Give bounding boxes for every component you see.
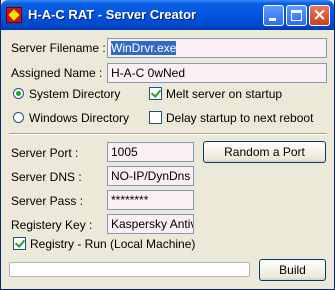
server-pass-label: Server Pass : xyxy=(11,194,84,208)
server-pass-value: ******** xyxy=(111,193,149,207)
server-port-value: 1005 xyxy=(111,145,138,159)
server-dns-input[interactable]: NO-IP/DynDns xyxy=(107,166,194,186)
window-title: H-A-C RAT - Server Creator xyxy=(28,7,197,22)
registry-key-label: Registery Key : xyxy=(11,218,93,232)
maximize-icon xyxy=(291,10,302,21)
registry-key-value: Kaspersky Antivir xyxy=(111,217,194,231)
server-filename-label: Server Filename : xyxy=(11,41,106,55)
assigned-name-label: Assigned Name : xyxy=(11,66,103,80)
windows-directory-radio[interactable] xyxy=(13,112,24,123)
windows-directory-label: Windows Directory xyxy=(29,111,130,125)
build-button[interactable]: Build xyxy=(259,259,326,281)
registry-run-label: Registry - Run (Local Machine) xyxy=(30,237,196,251)
assigned-name-input[interactable]: H-A-C 0wNed xyxy=(107,63,327,83)
minimize-button[interactable] xyxy=(263,5,284,26)
server-creator-window: H-A-C RAT - Server Creator × Server File… xyxy=(0,0,335,290)
server-filename-value: WinDrvr.exe xyxy=(111,41,177,55)
server-port-label: Server Port : xyxy=(11,146,79,160)
delay-startup-checkbox[interactable] xyxy=(149,111,162,124)
build-progress-bar xyxy=(9,262,250,277)
assigned-name-value: H-A-C 0wNed xyxy=(111,66,186,80)
server-pass-input[interactable]: ******** xyxy=(107,190,194,210)
melt-server-label: Melt server on startup xyxy=(166,87,283,101)
close-button[interactable]: × xyxy=(309,5,330,26)
maximize-button[interactable] xyxy=(286,5,307,26)
close-icon: × xyxy=(312,5,327,25)
app-icon xyxy=(6,7,22,23)
server-filename-input[interactable]: WinDrvr.exe xyxy=(107,38,327,58)
system-directory-radio[interactable] xyxy=(13,88,24,99)
system-directory-label: System Directory xyxy=(29,87,121,101)
server-dns-value: NO-IP/DynDns xyxy=(111,169,191,183)
minimize-icon xyxy=(269,18,276,21)
server-port-input[interactable]: 1005 xyxy=(107,142,194,162)
title-bar[interactable]: H-A-C RAT - Server Creator × xyxy=(1,0,334,30)
delay-startup-label: Delay startup to next reboot xyxy=(166,111,314,125)
server-dns-label: Server DNS : xyxy=(11,170,82,184)
melt-server-checkbox[interactable] xyxy=(149,87,162,100)
registry-key-input[interactable]: Kaspersky Antivir xyxy=(107,214,194,234)
random-port-button[interactable]: Random a Port xyxy=(203,141,326,163)
separator xyxy=(9,133,327,135)
registry-run-checkbox[interactable] xyxy=(13,237,26,250)
